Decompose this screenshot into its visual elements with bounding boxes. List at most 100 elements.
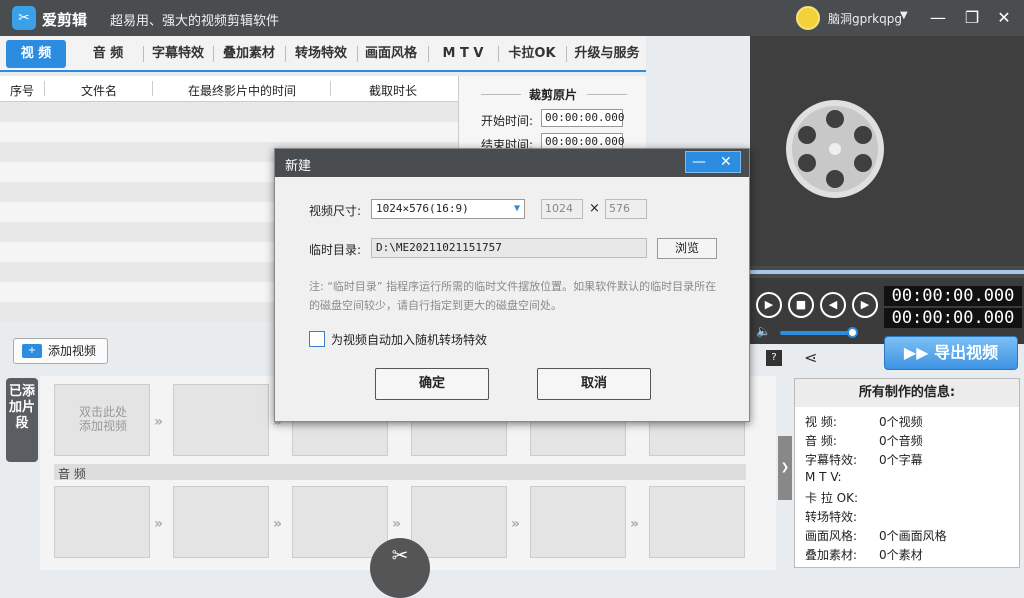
new-project-dialog: 新建 — ✕ 视频尺寸: 1024×576(16:9) ▼ 1024 × 576… xyxy=(274,148,750,422)
table-row xyxy=(0,102,458,122)
audio-slot[interactable] xyxy=(54,486,150,558)
column-header-time-in-movie[interactable]: 在最终影片中的时间 xyxy=(156,82,328,99)
tab-subtitle-effects[interactable]: 字幕特效 xyxy=(146,40,210,68)
clip-placeholder[interactable]: 双击此处 添加视频 xyxy=(54,384,150,456)
added-clips-tab[interactable]: 已添加片段 xyxy=(6,378,38,462)
browse-button[interactable]: 浏览 xyxy=(657,238,717,259)
chevron-down-icon[interactable]: ▼ xyxy=(900,10,908,21)
auto-transition-label[interactable]: 为视频自动加入随机转场特效 xyxy=(331,331,487,348)
tab-overlay-materials[interactable]: 叠加素材 xyxy=(216,40,282,68)
auto-transition-checkbox[interactable] xyxy=(309,331,325,347)
play-icon[interactable]: ▶ xyxy=(756,292,782,318)
chevron-down-icon[interactable]: ▼ xyxy=(514,200,520,218)
add-video-button[interactable]: + 添加视频 xyxy=(13,338,108,364)
minimize-button[interactable]: — xyxy=(926,6,950,30)
progress-track xyxy=(750,270,1024,274)
temp-dir-label: 临时目录: xyxy=(309,243,362,257)
audio-track-header: 音 频 xyxy=(54,464,746,481)
dialog-close-button[interactable]: ✕ xyxy=(720,152,732,172)
player-controls: ▶ ■ ◀ ▶ 00:00:00.000 00:00:00.000 🔈 xyxy=(750,278,1024,344)
total-time-display: 00:00:00.000 xyxy=(884,308,1022,328)
nav-divider xyxy=(213,46,214,62)
info-label: 视 频: xyxy=(805,415,837,429)
volume-slider[interactable] xyxy=(780,331,856,335)
audio-slot[interactable] xyxy=(530,486,626,558)
maximize-button[interactable]: ❐ xyxy=(960,6,984,30)
app-slogan: 超易用、强大的视频剪辑软件 xyxy=(110,14,280,29)
nav-divider xyxy=(566,46,567,62)
video-preview xyxy=(750,36,1024,266)
dialog-title: 新建 xyxy=(285,159,312,174)
info-label: 画面风格: xyxy=(805,529,858,543)
nav-divider xyxy=(498,46,499,62)
info-label: 叠加素材: xyxy=(805,548,858,562)
info-value: 0个音频 xyxy=(879,434,923,448)
tab-picture-style[interactable]: 画面风格 xyxy=(360,40,422,68)
info-title: 所有制作的信息: xyxy=(795,379,1019,407)
volume-slider-handle[interactable] xyxy=(847,327,859,338)
tab-mtv[interactable]: M T V xyxy=(432,40,494,68)
temp-dir-field[interactable]: D:\ME20211021151757 xyxy=(371,238,647,258)
close-button[interactable]: ✕ xyxy=(992,6,1016,30)
export-video-button[interactable]: ▶▶ 导出视频 xyxy=(884,336,1018,370)
nav-divider xyxy=(428,46,429,62)
main-nav: 视 频 音 频 字幕特效 叠加素材 转场特效 画面风格 M T V 卡拉OK 升… xyxy=(0,36,646,72)
tab-video[interactable]: 视 频 xyxy=(6,40,66,68)
user-name[interactable]: 脑洞gprkqpg xyxy=(828,10,902,27)
scissors-icon[interactable]: ✂ xyxy=(370,538,430,598)
audio-track-label: 音 频 xyxy=(58,467,86,481)
info-label: M T V: xyxy=(805,470,842,484)
dialog-window-controls: — ✕ xyxy=(685,151,741,173)
title-bar: ✂ 爱剪辑 超易用、强大的视频剪辑软件 脑洞gprkqpg ▼ — ❐ ✕ xyxy=(0,0,1024,36)
stop-icon[interactable]: ■ xyxy=(788,292,814,318)
help-icon[interactable]: ? xyxy=(766,350,782,366)
info-label: 字幕特效: xyxy=(805,453,858,467)
audio-slot[interactable] xyxy=(411,486,507,558)
height-field: 576 xyxy=(605,199,647,219)
arrow-icon: » xyxy=(392,516,402,532)
width-field: 1024 xyxy=(541,199,583,219)
column-header-index[interactable]: 序号 xyxy=(4,82,40,99)
video-size-value: 1024×576(16:9) xyxy=(376,202,469,215)
audio-slot[interactable] xyxy=(292,486,388,558)
user-avatar[interactable] xyxy=(796,6,820,30)
trim-start-input[interactable]: 00:00:00.000 xyxy=(541,109,624,127)
current-time-display: 00:00:00.000 xyxy=(884,286,1022,306)
share-icon[interactable]: ⋖ xyxy=(804,348,817,367)
column-header-duration[interactable]: 截取时长 xyxy=(334,82,452,99)
audio-slot[interactable] xyxy=(173,486,269,558)
info-label: 音 频: xyxy=(805,434,837,448)
tab-transition-effects[interactable]: 转场特效 xyxy=(288,40,354,68)
export-icon: ▶▶ xyxy=(903,343,935,362)
ok-button[interactable]: 确定 xyxy=(375,368,489,400)
playback-progress-bar[interactable] xyxy=(750,266,1024,278)
cancel-button[interactable]: 取消 xyxy=(537,368,651,400)
add-video-icon: + xyxy=(22,344,42,358)
tab-upgrade-service[interactable]: 升级与服务 xyxy=(570,40,644,68)
nav-divider xyxy=(285,46,286,62)
arrow-icon: » xyxy=(154,414,164,430)
tab-karaoke[interactable]: 卡拉OK xyxy=(502,40,562,68)
next-frame-icon[interactable]: ▶ xyxy=(852,292,878,318)
arrow-icon: » xyxy=(154,516,164,532)
video-size-select[interactable]: 1024×576(16:9) ▼ xyxy=(371,199,525,219)
info-value: 0个素材 xyxy=(879,548,923,562)
clip-slot[interactable] xyxy=(173,384,269,456)
app-logo-icon: ✂ xyxy=(12,6,36,30)
video-size-label: 视频尺寸: xyxy=(309,204,362,218)
export-label: 导出视频 xyxy=(934,343,999,362)
arrow-icon: » xyxy=(511,516,521,532)
tab-audio[interactable]: 音 频 xyxy=(76,40,140,68)
audio-slot[interactable] xyxy=(649,486,745,558)
column-header-filename[interactable]: 文件名 xyxy=(48,82,150,99)
info-value: 0个字幕 xyxy=(879,453,923,467)
column-divider xyxy=(44,81,45,96)
clip-table-header: 序号 文件名 在最终影片中的时间 截取时长 xyxy=(0,76,458,102)
dialog-minimize-button[interactable]: — xyxy=(692,152,706,172)
info-label: 转场特效: xyxy=(805,510,858,524)
previous-frame-icon[interactable]: ◀ xyxy=(820,292,846,318)
film-reel-icon xyxy=(786,100,884,198)
collapse-panel-icon[interactable]: ❯ xyxy=(778,436,792,500)
times-sign: × xyxy=(589,201,600,216)
volume-icon[interactable]: 🔈 xyxy=(756,324,771,338)
